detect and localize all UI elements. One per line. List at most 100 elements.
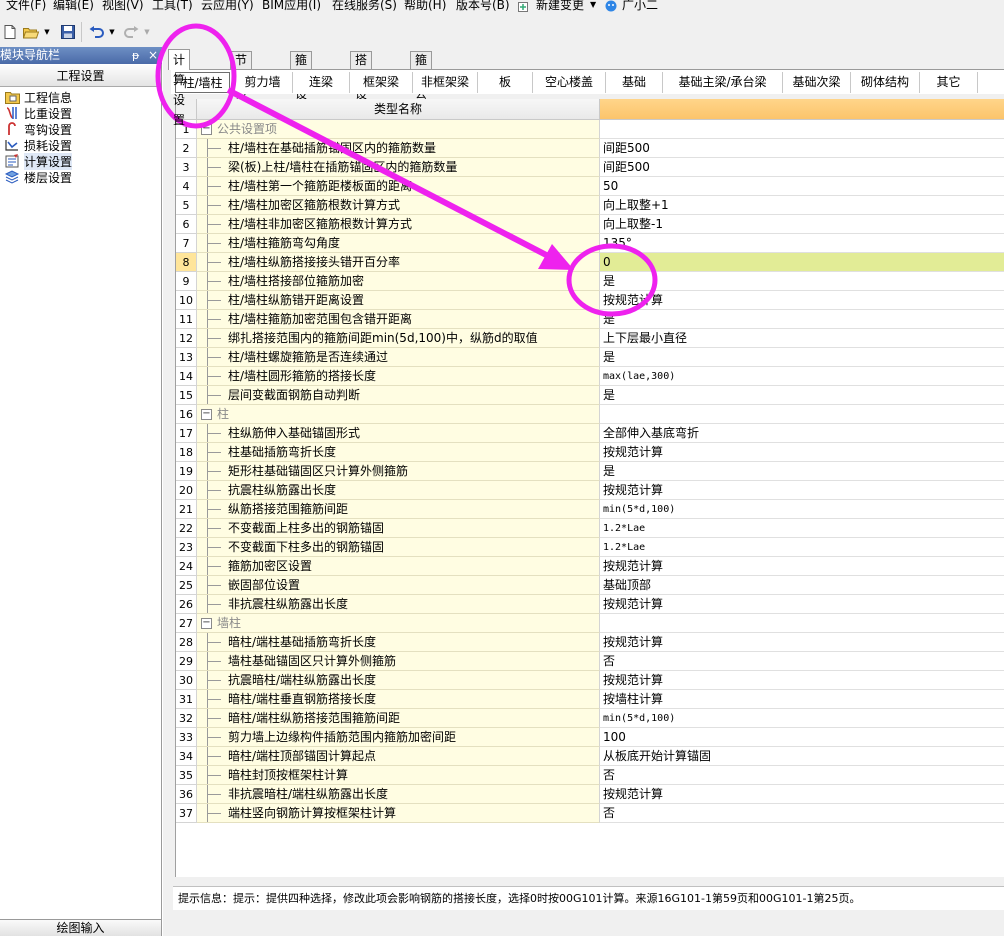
- drawing-input-tab[interactable]: 绘图输入: [0, 919, 161, 936]
- tab-shear-wall[interactable]: 剪力墙: [233, 72, 293, 93]
- setting-value-cell[interactable]: 间距500: [600, 158, 1004, 177]
- setting-value-cell[interactable]: 0: [600, 253, 1004, 272]
- menu-tools[interactable]: 工具(T): [152, 0, 193, 13]
- pin-icon[interactable]: ᵽ: [132, 47, 139, 64]
- setting-value-cell[interactable]: 否: [600, 804, 1004, 823]
- tab-foundation-secondary-beam[interactable]: 基础次梁: [783, 72, 851, 93]
- setting-value-cell[interactable]: 按规范计算: [600, 595, 1004, 614]
- setting-value-cell[interactable]: 1.2*Lae: [600, 538, 1004, 557]
- setting-value-cell[interactable]: 按规范计算: [600, 671, 1004, 690]
- setting-value-cell[interactable]: 135°: [600, 234, 1004, 253]
- setting-value-cell[interactable]: min(5*d,100): [600, 500, 1004, 519]
- setting-value-cell[interactable]: 向上取整-1: [600, 215, 1004, 234]
- menu-help[interactable]: 帮助(H): [404, 0, 446, 13]
- save-icon[interactable]: [61, 25, 75, 39]
- table-row[interactable]: 22 不变截面上柱多出的钢筋锚固 1.2*Lae: [176, 519, 1004, 538]
- setting-value-cell[interactable]: 从板底开始计算锚固: [600, 747, 1004, 766]
- table-row[interactable]: 14 柱/墙柱圆形箍筋的搭接长度 max(lae,300): [176, 367, 1004, 386]
- table-row[interactable]: 24 箍筋加密区设置 按规范计算: [176, 557, 1004, 576]
- table-row[interactable]: 7 柱/墙柱箍筋弯勾角度 135°: [176, 234, 1004, 253]
- table-row[interactable]: 13 柱/墙柱螺旋箍筋是否连续通过 是: [176, 348, 1004, 367]
- menu-cloud[interactable]: 云应用(Y): [201, 0, 254, 13]
- setting-value-cell[interactable]: min(5*d,100): [600, 709, 1004, 728]
- setting-value-cell[interactable]: 否: [600, 766, 1004, 785]
- tab-lap-settings[interactable]: 搭接设置: [350, 51, 373, 118]
- tab-hollow-floor[interactable]: 空心楼盖: [533, 72, 606, 93]
- table-row[interactable]: 37 端柱竖向钢筋计算按框架柱计算 否: [176, 804, 1004, 823]
- tab-stirrup-formula[interactable]: 箍筋公式: [410, 51, 433, 118]
- tab-slab[interactable]: 板: [478, 72, 533, 93]
- setting-value-cell[interactable]: 是: [600, 272, 1004, 291]
- table-row[interactable]: 20 抗震柱纵筋露出长度 按规范计算: [176, 481, 1004, 500]
- chevron-down-icon[interactable]: ▼: [108, 27, 116, 37]
- table-row[interactable]: 4 柱/墙柱第一个箍筋距楼板面的距离 50: [176, 177, 1004, 196]
- group-row[interactable]: 1− 公共设置项: [176, 120, 1004, 139]
- table-row[interactable]: 6 柱/墙柱非加密区箍筋根数计算方式 向上取整-1: [176, 215, 1004, 234]
- tab-frame-beam[interactable]: 框架梁: [350, 72, 413, 93]
- table-row[interactable]: 17 柱纵筋伸入基础锚固形式 全部伸入基底弯折: [176, 424, 1004, 443]
- menu-edit[interactable]: 编辑(E): [53, 0, 94, 13]
- table-row[interactable]: 26 非抗震柱纵筋露出长度 按规范计算: [176, 595, 1004, 614]
- table-row[interactable]: 19 矩形柱基础锚固区只计算外侧箍筋 是: [176, 462, 1004, 481]
- table-row[interactable]: 32 暗柱/端柱纵筋搭接范围箍筋间距 min(5*d,100): [176, 709, 1004, 728]
- setting-value-cell[interactable]: 是: [600, 386, 1004, 405]
- redo-icon[interactable]: [124, 25, 139, 39]
- setting-value-cell[interactable]: 按规范计算: [600, 481, 1004, 500]
- menu-new-change[interactable]: 新建变更: [536, 0, 584, 13]
- table-row[interactable]: 3 梁(板)上柱/墙柱在插筋锚固区内的箍筋数量 间距500: [176, 158, 1004, 177]
- table-row[interactable]: 2 柱/墙柱在基础插筋锚固区内的箍筋数量 间距500: [176, 139, 1004, 158]
- table-row[interactable]: 23 不变截面下柱多出的钢筋锚固 1.2*Lae: [176, 538, 1004, 557]
- table-row[interactable]: 11 柱/墙柱箍筋加密范围包含错开距离 是: [176, 310, 1004, 329]
- collapse-icon[interactable]: −: [201, 618, 212, 629]
- table-row[interactable]: 9 柱/墙柱搭接部位箍筋加密 是: [176, 272, 1004, 291]
- setting-value-cell[interactable]: 按墙柱计算: [600, 690, 1004, 709]
- setting-value-cell[interactable]: 是: [600, 348, 1004, 367]
- table-row[interactable]: 29 墙柱基础锚固区只计算外侧箍筋 否: [176, 652, 1004, 671]
- tab-coupling-beam[interactable]: 连梁: [293, 72, 350, 93]
- menu-view[interactable]: 视图(V): [102, 0, 144, 13]
- tab-masonry[interactable]: 砌体结构: [851, 72, 920, 93]
- setting-value-cell[interactable]: 否: [600, 652, 1004, 671]
- setting-value-cell[interactable]: 1.2*Lae: [600, 519, 1004, 538]
- setting-value-cell[interactable]: 全部伸入基底弯折: [600, 424, 1004, 443]
- tab-foundation[interactable]: 基础: [606, 72, 663, 93]
- table-row[interactable]: 25 嵌固部位设置 基础顶部: [176, 576, 1004, 595]
- undo-icon[interactable]: [89, 25, 104, 39]
- tab-other[interactable]: 其它: [920, 72, 978, 93]
- panel-header[interactable]: 工程设置: [0, 65, 161, 87]
- setting-value-cell[interactable]: 按规范计算: [600, 633, 1004, 652]
- setting-value-cell[interactable]: 50: [600, 177, 1004, 196]
- tab-foundation-main-beam[interactable]: 基础主梁/承台梁: [663, 72, 783, 93]
- nav-item-project-info[interactable]: 工程信息: [4, 89, 72, 105]
- setting-value-cell[interactable]: 按规范计算: [600, 557, 1004, 576]
- setting-value-cell[interactable]: 基础顶部: [600, 576, 1004, 595]
- table-row[interactable]: 28 暗柱/端柱基础插筋弯折长度 按规范计算: [176, 633, 1004, 652]
- group-row[interactable]: 16− 柱: [176, 405, 1004, 424]
- table-row[interactable]: 12 绑扎搭接范围内的箍筋间距min(5d,100)中，纵筋d的取值 上下层最小直径: [176, 329, 1004, 348]
- tab-stirrup-settings[interactable]: 箍筋设置: [290, 51, 313, 118]
- tab-calc-settings[interactable]: 计算设置: [168, 49, 191, 127]
- nav-item-density[interactable]: 比重设置: [4, 105, 72, 121]
- menu-online[interactable]: 在线服务(S): [332, 0, 397, 13]
- table-row[interactable]: 36 非抗震暗柱/端柱纵筋露出长度 按规范计算: [176, 785, 1004, 804]
- table-row[interactable]: 35 暗柱封顶按框架柱计算 否: [176, 766, 1004, 785]
- table-row[interactable]: 30 抗震暗柱/端柱纵筋露出长度 按规范计算: [176, 671, 1004, 690]
- table-row[interactable]: 31 暗柱/端柱垂直钢筋搭接长度 按墙柱计算: [176, 690, 1004, 709]
- chevron-down-icon[interactable]: ▼: [43, 27, 51, 37]
- table-row[interactable]: 8 柱/墙柱纵筋搭接接头错开百分率 0: [176, 253, 1004, 272]
- table-row[interactable]: 34 暗柱/端柱顶部锚固计算起点 从板底开始计算锚固: [176, 747, 1004, 766]
- setting-value-cell[interactable]: 上下层最小直径: [600, 329, 1004, 348]
- setting-value-cell[interactable]: max(lae,300): [600, 367, 1004, 386]
- chevron-down-icon[interactable]: ▼: [143, 27, 151, 37]
- table-row[interactable]: 15 层间变截面钢筋自动判断 是: [176, 386, 1004, 405]
- open-folder-icon[interactable]: [23, 25, 40, 39]
- close-icon[interactable]: ×: [148, 47, 158, 64]
- setting-value-cell[interactable]: 按规范计算: [600, 785, 1004, 804]
- nav-item-calc[interactable]: 计算设置: [4, 152, 73, 170]
- chevron-down-icon[interactable]: ▼: [590, 0, 596, 13]
- nav-item-hook[interactable]: 弯钩设置: [4, 121, 72, 137]
- table-row[interactable]: 18 柱基础插筋弯折长度 按规范计算: [176, 443, 1004, 462]
- nav-item-loss[interactable]: 损耗设置: [4, 137, 72, 153]
- table-row[interactable]: 5 柱/墙柱加密区箍筋根数计算方式 向上取整+1: [176, 196, 1004, 215]
- nav-item-floor[interactable]: 楼层设置: [4, 169, 72, 185]
